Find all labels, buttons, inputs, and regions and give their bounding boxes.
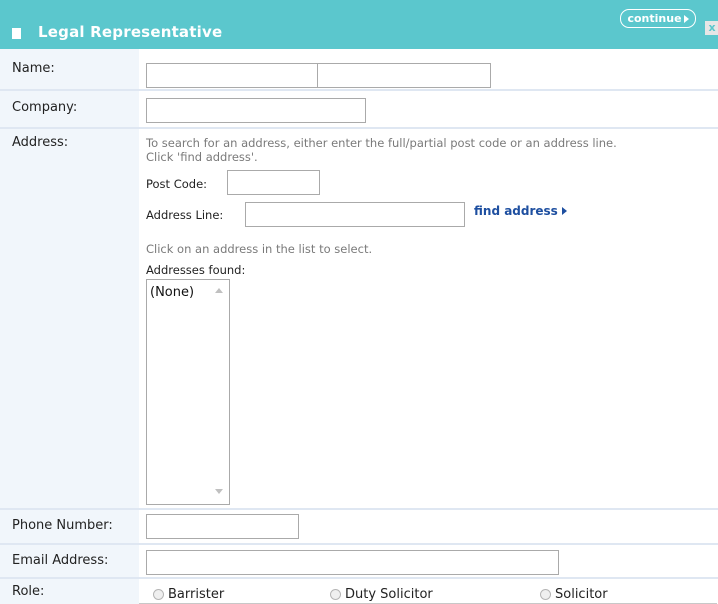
role-label: Role: [12, 584, 45, 599]
company-row: Company: [0, 91, 718, 129]
company-input[interactable] [146, 98, 366, 123]
role-option-label: Duty Solicitor [345, 587, 433, 602]
radio-button[interactable] [330, 589, 341, 600]
company-label: Company: [12, 100, 78, 115]
dialog-title: Legal Representative [38, 23, 223, 41]
close-icon[interactable]: x [705, 21, 718, 35]
email-row: Email Address: [0, 545, 718, 579]
continue-button[interactable]: continue [620, 9, 696, 28]
addresses-found-label: Addresses found: [146, 263, 246, 277]
email-label: Email Address: [12, 553, 109, 568]
find-address-link[interactable]: find address [474, 204, 567, 218]
address-help-line2: Click 'find address'. [146, 150, 258, 164]
header-square-icon [12, 28, 21, 39]
name-row: Name: [0, 49, 718, 91]
arrow-right-icon [561, 207, 567, 215]
addresses-listbox[interactable]: (None) [146, 279, 230, 505]
radio-button[interactable] [153, 589, 164, 600]
phone-row: Phone Number: [0, 510, 718, 545]
post-code-input[interactable] [227, 170, 320, 195]
role-option-duty-solicitor[interactable]: Duty Solicitor [330, 587, 433, 602]
address-line-input[interactable] [245, 202, 465, 227]
address-line-label: Address Line: [146, 208, 224, 222]
select-address-help: Click on an address in the list to selec… [146, 242, 373, 256]
radio-button[interactable] [540, 589, 551, 600]
arrow-right-icon [683, 14, 689, 23]
dialog-header: Legal Representative continue x [0, 0, 718, 49]
scroll-down-icon[interactable] [215, 489, 223, 494]
phone-input[interactable] [146, 514, 299, 539]
role-option-label: Solicitor [555, 587, 608, 602]
list-item[interactable]: (None) [150, 285, 194, 300]
last-name-input[interactable] [317, 63, 491, 88]
name-label: Name: [12, 61, 55, 76]
find-address-label: find address [474, 204, 558, 218]
role-option-label: Barrister [168, 587, 225, 602]
address-label: Address: [12, 135, 69, 150]
phone-label: Phone Number: [12, 518, 113, 533]
address-row: Address: [0, 129, 718, 510]
continue-label: continue [627, 12, 682, 25]
email-input[interactable] [146, 550, 559, 575]
first-name-input[interactable] [146, 63, 318, 88]
role-option-solicitor[interactable]: Solicitor [540, 587, 608, 602]
address-label-cell [0, 129, 139, 508]
scroll-up-icon[interactable] [215, 288, 223, 293]
post-code-label: Post Code: [146, 177, 208, 191]
role-option-barrister[interactable]: Barrister [153, 587, 224, 602]
address-help-text: To search for an address, either enter t… [146, 136, 617, 164]
address-help-line1: To search for an address, either enter t… [146, 136, 617, 150]
